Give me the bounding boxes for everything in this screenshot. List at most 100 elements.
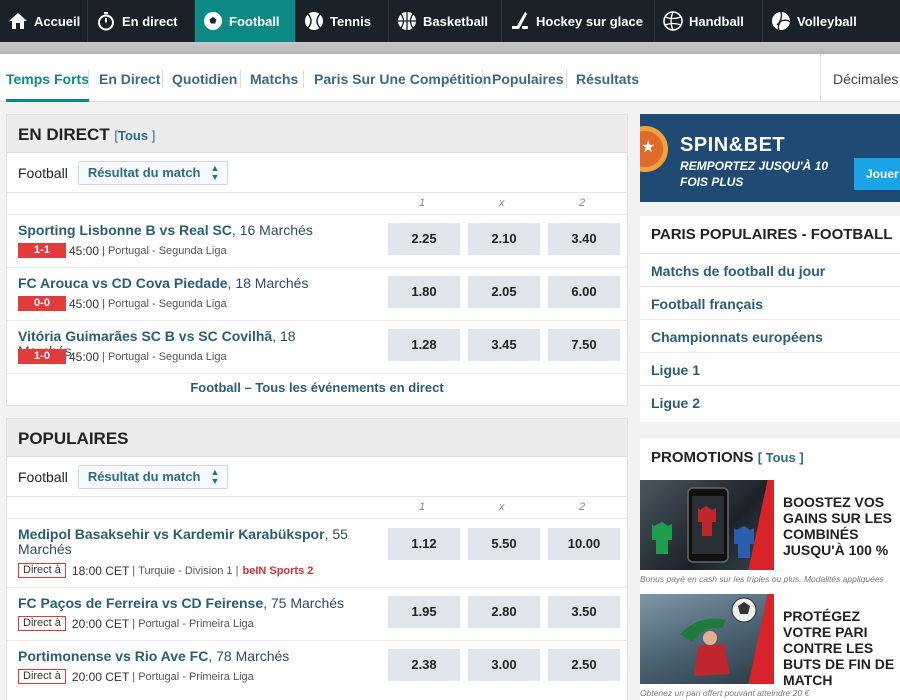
odd-home[interactable]: 2.25 xyxy=(388,223,460,255)
spin-bet-banner[interactable]: SPIN&BET REMPORTEZ JUSQU'À 10 FOIS PLUS … xyxy=(640,114,900,202)
tab-separator xyxy=(240,70,241,88)
live-panel: EN DIRECT [Tous ] Football Résultat du m… xyxy=(6,114,628,406)
tab-populaires[interactable]: Populaires xyxy=(492,54,564,102)
poker-chip-icon xyxy=(640,126,668,172)
odd-away[interactable]: 3.50 xyxy=(548,596,620,628)
match-row[interactable]: Portimonense vs Rio Ave FC, 78 Marchés D… xyxy=(7,641,627,694)
hockey-stick-icon xyxy=(510,11,530,31)
popular-bet-link[interactable]: Championnats européens xyxy=(640,320,900,353)
odd-home[interactable]: 1.80 xyxy=(388,276,460,308)
tab-quotidien[interactable]: Quotidien xyxy=(172,54,237,102)
odd-draw[interactable]: 3.00 xyxy=(468,649,540,681)
odds-format-select[interactable]: Décimales xyxy=(820,54,900,102)
play-button[interactable]: Jouer xyxy=(854,158,900,190)
match-title[interactable]: Sporting Lisbonne B vs Real SC, 16 March… xyxy=(18,223,348,238)
tab-paris-competition[interactable]: Paris Sur Une Compétition xyxy=(314,54,491,102)
match-title[interactable]: FC Paços de Ferreira vs CD Feirense, 75 … xyxy=(18,596,348,611)
odd-home[interactable]: 1.28 xyxy=(388,329,460,361)
match-row[interactable]: FC Arouca vs CD Cova Piedade, 18 Marchés… xyxy=(7,268,627,321)
nav-item-handball[interactable]: Handball xyxy=(655,0,763,42)
live-score: 1-1 xyxy=(18,243,66,258)
popular-bet-link[interactable]: Ligue 2 xyxy=(640,386,900,419)
match-row[interactable]: Medipol Basaksehir vs Kardemir Karabüksp… xyxy=(7,519,627,588)
odd-draw[interactable]: 2.05 xyxy=(468,276,540,308)
promotions-all-link[interactable]: Tous xyxy=(766,450,796,465)
nav-item-tennis[interactable]: Tennis xyxy=(296,0,389,42)
odd-draw[interactable]: 3.45 xyxy=(468,329,540,361)
basketball-icon xyxy=(397,11,417,31)
match-title[interactable]: Portimonense vs Rio Ave FC, 78 Marchés xyxy=(18,649,348,664)
odd-home[interactable]: 1.95 xyxy=(388,596,460,628)
promo-image-buts[interactable] xyxy=(640,594,774,684)
match-markets: 16 Marchés xyxy=(239,222,313,238)
odd-home[interactable]: 2.38 xyxy=(388,649,460,681)
match-row[interactable]: FC Paços de Ferreira vs CD Feirense, 75 … xyxy=(7,588,627,641)
sport-label: Football xyxy=(18,468,68,485)
tab-en-direct[interactable]: En Direct xyxy=(99,54,160,102)
all-live-events-link[interactable]: Football – Tous les événements en direct xyxy=(7,374,627,402)
match-title[interactable]: FC Arouca vs CD Cova Piedade, 18 Marchés xyxy=(18,276,348,291)
header-divider xyxy=(0,42,900,54)
odd-away[interactable]: 3.40 xyxy=(548,223,620,255)
odd-away[interactable]: 2.50 xyxy=(548,649,620,681)
match-meta: Direct à 20:00 CET | Portugal - Primeira L… xyxy=(18,616,254,631)
market-select-value: Résultat du match xyxy=(87,469,201,484)
nav-item-volleyball[interactable]: Volleyball xyxy=(763,0,900,42)
nav-item-en-direct[interactable]: En direct xyxy=(88,0,195,42)
popular-panel: POPULAIRES Football Résultat du match ▲ ▼… xyxy=(6,418,628,700)
tab-separator xyxy=(303,70,304,88)
odd-away[interactable]: 7.50 xyxy=(548,329,620,361)
tab-resultats[interactable]: Résultats xyxy=(576,54,639,102)
tab-separator xyxy=(566,70,567,88)
tab-matchs[interactable]: Matchs xyxy=(250,54,298,102)
match-meta: Direct à 20:00 CET | Portugal - Primeira L… xyxy=(18,669,254,684)
match-league: Portugal - Primeira Liga xyxy=(138,670,254,683)
market-select[interactable]: Résultat du match ▲ ▼ xyxy=(77,160,229,185)
phone-jersey-icon xyxy=(652,487,754,563)
live-title: EN DIRECT xyxy=(18,125,110,144)
tv-channel: beIN Sports 2 xyxy=(242,564,314,577)
nav-item-basketball[interactable]: Basketball xyxy=(389,0,502,42)
nav-item-football[interactable]: Football xyxy=(195,0,296,42)
home-icon xyxy=(8,11,28,31)
odd-draw[interactable]: 2.80 xyxy=(468,596,540,628)
match-row[interactable]: Vitória Guimarães SC B vs SC Covilhã, 18… xyxy=(7,321,627,374)
nav-item-label: Handball xyxy=(689,13,744,29)
promotions-box: PROMOTIONS [ Tous ] BOOSTEZ VOS GAINS SU… xyxy=(640,438,900,700)
match-title[interactable]: Medipol Basaksehir vs Kardemir Karabüksp… xyxy=(18,527,348,557)
odd-away[interactable]: 6.00 xyxy=(548,276,620,308)
odd-home[interactable]: 1.12 xyxy=(388,528,460,560)
live-score: 0-0 xyxy=(18,296,66,311)
soccer-ball-icon xyxy=(203,11,223,31)
stopwatch-icon xyxy=(96,11,116,31)
popular-bet-link[interactable]: Ligue 1 xyxy=(640,353,900,386)
popular-bet-link[interactable]: Football français xyxy=(640,287,900,320)
odd-draw[interactable]: 5.50 xyxy=(468,528,540,560)
odd-draw[interactable]: 2.10 xyxy=(468,223,540,255)
promo-image-combines[interactable] xyxy=(640,480,774,570)
match-row[interactable]: Sporting Lisbonne B vs Real SC, 16 March… xyxy=(7,215,627,268)
match-league: Portugal - Segunda Liga xyxy=(107,244,227,257)
match-teams: Vitória Guimarães SC B vs SC Covilhã xyxy=(18,328,273,344)
match-league: Turquie - Division 1 xyxy=(138,564,233,577)
popular-bet-link[interactable]: Matchs de football du jour xyxy=(640,254,900,287)
promo-text[interactable]: PROTÉGEZ VOTRE PARI CONTRE LES BUTS DE F… xyxy=(783,608,900,688)
market-select[interactable]: Résultat du match ▲ ▼ xyxy=(77,464,229,489)
live-score: 1-0 xyxy=(18,349,66,364)
match-meta: 1-0 45:00 | Portugal - Segunda Liga xyxy=(18,349,227,364)
promotions-header: PROMOTIONS [ Tous ] xyxy=(640,438,900,478)
sport-label: Football xyxy=(18,164,68,181)
promo-caption: Obtenez un pari offert pouvant atteindre… xyxy=(640,688,810,698)
nav-item-hockey[interactable]: Hockey sur glace xyxy=(502,0,655,42)
match-meta: Direct à 18:00 CET | Turquie - Division 1 … xyxy=(18,563,313,578)
match-teams: Portimonense vs Rio Ave FC xyxy=(18,648,209,664)
tab-temps-forts[interactable]: Temps Forts xyxy=(6,54,89,102)
bracket: ] xyxy=(148,128,156,143)
match-time: 45:00 xyxy=(69,296,100,311)
promo-text[interactable]: BOOSTEZ VOS GAINS SUR LES COMBINÉS JUSQU… xyxy=(783,494,900,558)
live-all-link[interactable]: Tous xyxy=(118,128,148,143)
popular-title: POPULAIRES xyxy=(18,429,129,448)
nav-item-accueil[interactable]: Accueil xyxy=(0,0,88,42)
odd-away[interactable]: 10.00 xyxy=(548,528,620,560)
match-league: Portugal - Segunda Liga xyxy=(107,350,227,363)
